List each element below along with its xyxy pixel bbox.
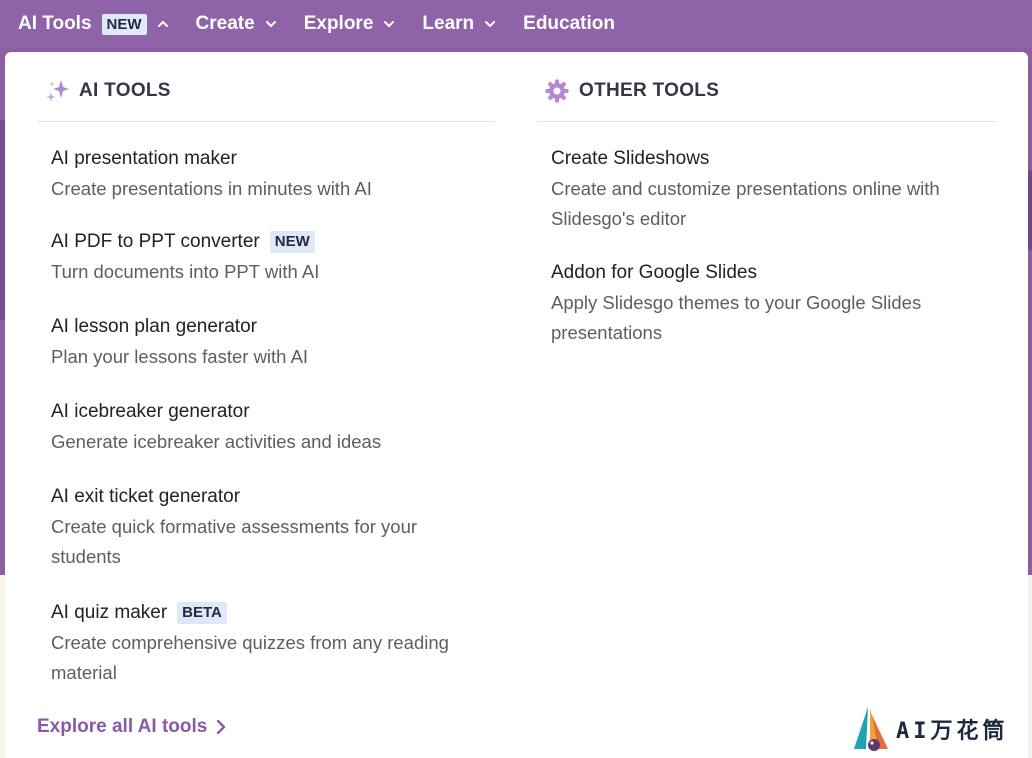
nav-ai-tools[interactable]: AI Tools NEW [18,13,170,35]
other-tools-heading: OTHER TOOLS [579,79,720,101]
item-description: Generate icebreaker activities and ideas [51,431,382,452]
watermark-text: AI万花筒 [896,719,1009,744]
nav-learn-label: Learn [422,13,475,34]
gear-icon [543,77,571,105]
beta-badge: BETA [177,602,227,624]
list-item-ai-lesson-plan[interactable]: AI lesson plan generator Plan your lesso… [51,314,495,372]
other-tools-column: OTHER TOOLS Create Slideshows Create and… [537,52,997,348]
chevron-down-icon [382,17,396,31]
chevron-down-icon [264,17,278,31]
item-title: Addon for Google Slides [551,262,757,283]
ai-tools-list: AI presentation maker Create presentatio… [37,146,495,688]
chevron-down-icon [483,17,497,31]
item-description: Turn documents into PPT with AI [51,261,320,282]
item-description: Apply Slidesgo themes to your Google Sli… [551,292,922,343]
item-title: AI exit ticket generator [51,486,241,507]
chevron-up-icon[interactable] [156,17,170,31]
item-description: Create presentations in minutes with AI [51,178,372,199]
nav-create[interactable]: Create [196,13,278,35]
nav-new-badge: NEW [101,13,147,35]
item-title: AI presentation maker [51,148,237,169]
sparkles-icon [43,77,71,105]
watermark-logo-mark [854,707,888,751]
list-item-ai-pdf-to-ppt[interactable]: AI PDF to PPT converter NEW Turn documen… [51,229,495,287]
watermark-logo: AI万花筒 [848,704,1018,754]
item-title: AI PDF to PPT converter [51,231,260,252]
list-item-ai-exit-ticket[interactable]: AI exit ticket generator Create quick fo… [51,484,495,572]
nav-education[interactable]: Education [523,13,615,35]
list-item-ai-quiz-maker[interactable]: AI quiz maker BETA Create comprehensive … [51,600,495,688]
item-title: AI quiz maker [51,602,168,623]
ai-tools-dropdown: AI TOOLS AI presentation maker Create pr… [5,52,1028,758]
item-description: Plan your lessons faster with AI [51,346,309,367]
item-title: Create Slideshows [551,148,710,169]
new-badge: NEW [269,231,315,253]
item-description: Create quick formative assessments for y… [51,516,418,567]
nav-create-label: Create [195,13,255,34]
explore-all-label: Explore all AI tools [37,716,208,737]
item-title: AI icebreaker generator [51,401,250,422]
list-item-addon-google-slides[interactable]: Addon for Google Slides Apply Slidesgo t… [551,260,997,348]
top-navigation: AI Tools NEW Create Explore Learn Educat… [0,0,1032,48]
nav-explore[interactable]: Explore [304,13,397,35]
explore-all-ai-tools-link[interactable]: Explore all AI tools [37,716,227,738]
nav-explore-label: Explore [303,13,374,34]
ai-tools-column: AI TOOLS AI presentation maker Create pr… [37,52,495,688]
nav-ai-tools-label: AI Tools [18,13,92,34]
item-description: Create comprehensive quizzes from any re… [51,632,449,683]
list-item-create-slideshows[interactable]: Create Slideshows Create and customize p… [551,146,997,234]
list-item-ai-presentation-maker[interactable]: AI presentation maker Create presentatio… [51,146,495,204]
chevron-right-icon [217,719,226,735]
nav-education-label: Education [523,13,615,34]
nav-learn[interactable]: Learn [422,13,497,35]
list-item-ai-icebreaker[interactable]: AI icebreaker generator Generate icebrea… [51,399,495,457]
ai-tools-heading: AI TOOLS [79,79,171,101]
item-description: Create and customize presentations onlin… [551,178,940,229]
other-tools-list: Create Slideshows Create and customize p… [537,146,997,348]
other-tools-header: OTHER TOOLS [537,60,997,122]
ai-tools-header: AI TOOLS [37,60,495,122]
item-title: AI lesson plan generator [51,316,257,337]
